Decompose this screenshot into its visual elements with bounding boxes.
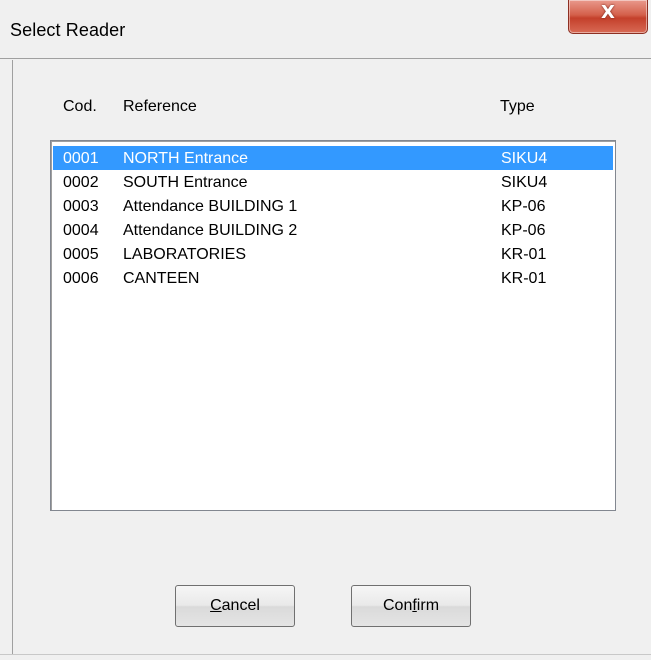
reader-row[interactable]: 0005 LABORATORIES KR-01 [53,242,613,266]
cancel-button[interactable]: Cancel [175,585,295,627]
reader-row[interactable]: 0004 Attendance BUILDING 2 KP-06 [53,218,613,242]
window-title: Select Reader [10,20,126,40]
close-icon: X [601,2,615,23]
reader-row[interactable]: 0002 SOUTH Entrance SIKU4 [53,170,613,194]
reader-type: KR-01 [501,270,547,287]
reader-reference: NORTH Entrance [123,150,249,167]
reader-code: 0001 [63,150,99,167]
column-header-type: Type [500,98,535,115]
bottom-edge [0,654,651,660]
reader-type: KR-01 [501,246,547,263]
reader-reference: SOUTH Entrance [123,174,248,191]
close-button[interactable]: X [568,0,648,34]
reader-reference: CANTEEN [123,270,200,287]
confirm-button[interactable]: Confirm [351,585,471,627]
reader-code: 0005 [63,246,99,263]
column-header-reference: Reference [123,98,197,115]
reader-reference: Attendance BUILDING 1 [123,198,298,215]
reader-row[interactable]: 0001 NORTH Entrance SIKU4 [53,146,613,170]
select-reader-dialog: Select Reader X Cod. Reference Type 0001… [0,0,651,660]
reader-reference: LABORATORIES [123,246,246,263]
reader-code: 0006 [63,270,99,287]
reader-listbox[interactable]: 0001 NORTH Entrance SIKU4 0002 SOUTH Entranc… [50,140,616,511]
reader-code: 0004 [63,222,99,239]
confirm-button-label: Confirm [382,597,440,614]
reader-code: 0002 [63,174,99,191]
column-header-cod: Cod. [63,98,97,115]
reader-code: 0003 [63,198,99,215]
reader-type: KP-06 [501,222,546,239]
reader-type: KP-06 [501,198,546,215]
reader-reference: Attendance BUILDING 2 [123,222,298,239]
title-bar: Select Reader X [0,0,651,59]
cancel-button-label: Cancel [210,597,260,614]
reader-type: SIKU4 [501,150,548,167]
reader-row[interactable]: 0003 Attendance BUILDING 1 KP-06 [53,194,613,218]
reader-type: SIKU4 [501,174,548,191]
reader-row[interactable]: 0006 CANTEEN KR-01 [53,266,613,290]
